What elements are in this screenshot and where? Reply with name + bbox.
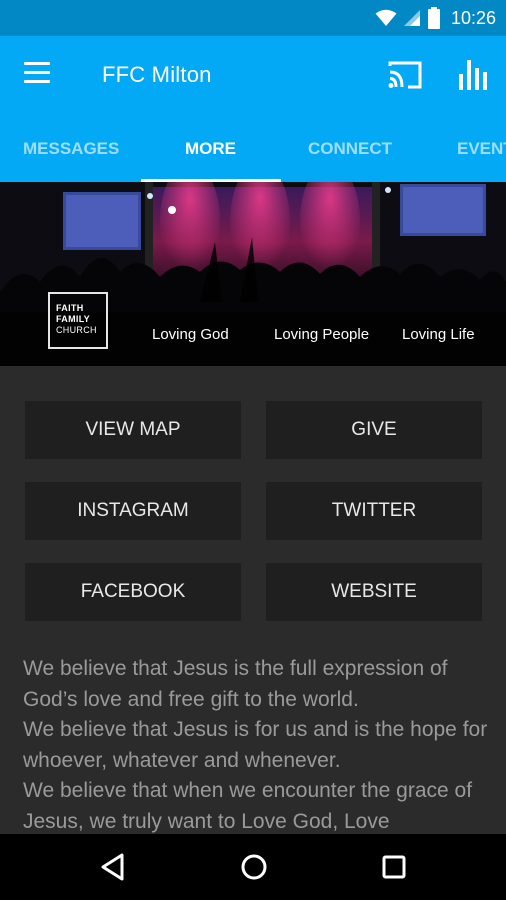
tagline-loving-life: Loving Life	[402, 326, 475, 343]
cast-icon[interactable]	[388, 60, 422, 90]
tab-events[interactable]: EVENTS	[457, 116, 506, 182]
tagline-loving-people: Loving People	[274, 326, 370, 343]
home-icon[interactable]	[237, 850, 271, 884]
status-icons: 10:26	[375, 0, 496, 36]
wifi-icon	[375, 9, 397, 26]
more-content: VIEW MAP GIVE INSTAGRAM TWITTER FACEBOOK…	[0, 366, 506, 834]
battery-icon	[427, 7, 440, 29]
website-button[interactable]: WEBSITE	[266, 563, 482, 621]
menu-icon[interactable]	[24, 62, 54, 90]
bar-chart-icon[interactable]	[458, 58, 488, 92]
status-time: 10:26	[450, 7, 496, 28]
church-logo: FAITH FAMILY CHURCH	[48, 292, 108, 349]
app-title: FFC Milton	[102, 62, 212, 87]
signal-icon	[403, 10, 420, 26]
back-icon[interactable]	[97, 850, 131, 884]
system-nav-bar	[0, 834, 506, 900]
instagram-button[interactable]: INSTAGRAM	[25, 482, 241, 540]
belief-paragraph: We believe that when we encounter the gr…	[23, 779, 473, 833]
twitter-button[interactable]: TWITTER	[266, 482, 482, 540]
facebook-button[interactable]: FACEBOOK	[25, 563, 241, 621]
tagline-loving-god: Loving God	[152, 326, 229, 343]
app-bar: FFC Milton	[0, 36, 506, 116]
belief-paragraph: We believe that Jesus is for us and is t…	[23, 718, 488, 772]
tab-bar: MESSAGES MORE CONNECT EVENTS	[0, 116, 506, 182]
belief-description: We believe that Jesus is the full expres…	[23, 654, 493, 834]
recents-icon[interactable]	[377, 850, 411, 884]
give-button[interactable]: GIVE	[266, 401, 482, 459]
tab-more[interactable]: MORE	[185, 116, 236, 182]
tab-connect[interactable]: CONNECT	[308, 116, 392, 182]
status-bar: 10:26	[0, 0, 506, 36]
view-map-button[interactable]: VIEW MAP	[25, 401, 241, 459]
tab-messages[interactable]: MESSAGES	[23, 116, 119, 182]
belief-paragraph: We believe that Jesus is the full expres…	[23, 657, 448, 711]
